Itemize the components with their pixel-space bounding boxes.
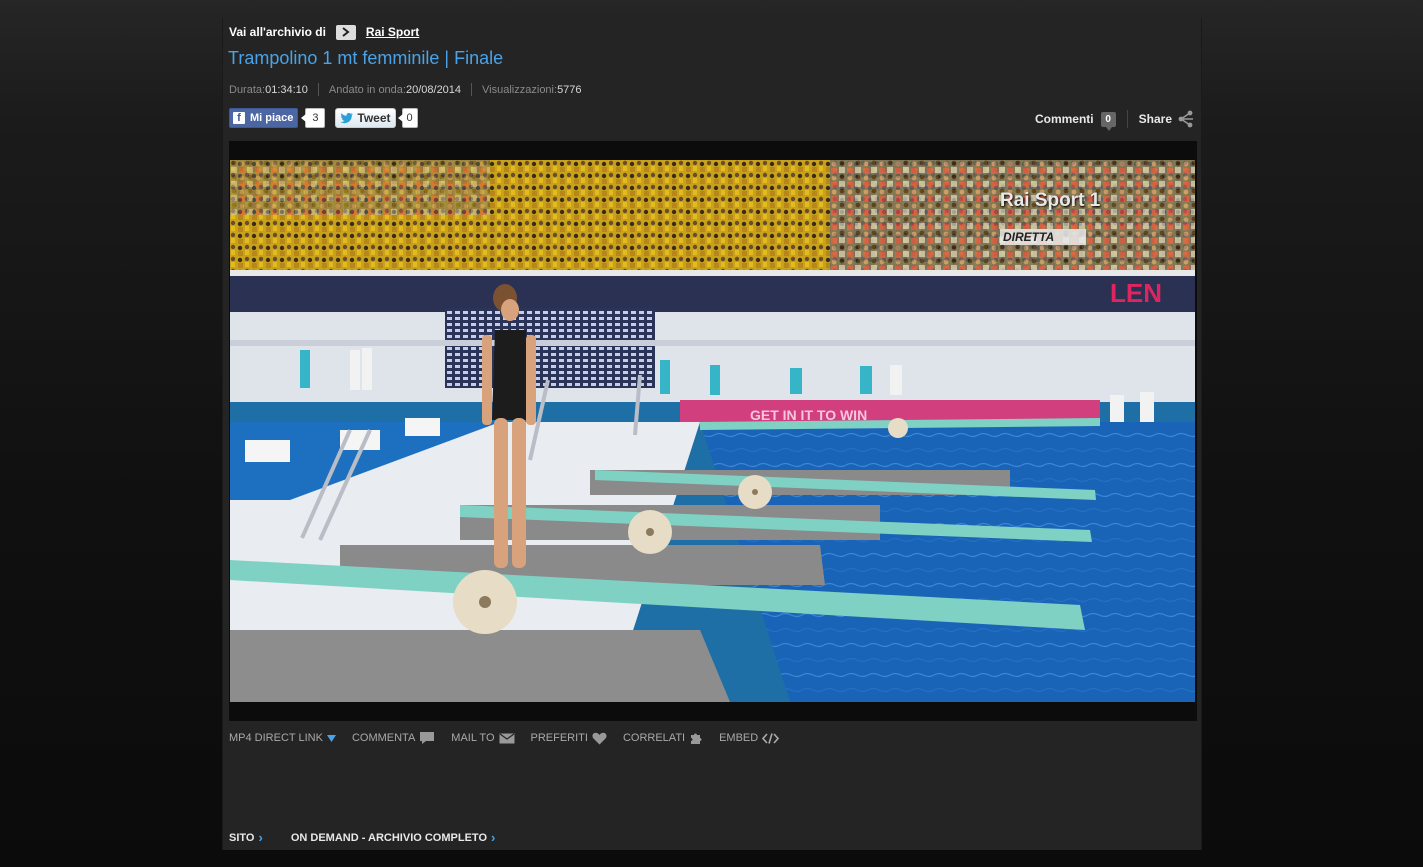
channel-logo: Rai Sport 1 bbox=[1000, 190, 1100, 212]
video-title: Trampolino 1 mt femminile | Finale bbox=[228, 48, 504, 68]
meta-divider bbox=[471, 83, 473, 96]
twitter-bird-icon bbox=[340, 112, 354, 124]
comment-action[interactable]: COMMENTA bbox=[352, 731, 435, 745]
on-demand-label: ON DEMAND - ARCHIVIO COMPLETO bbox=[290, 831, 487, 844]
duration: Durata: 01:34:10 bbox=[229, 84, 308, 96]
share-icon bbox=[1178, 110, 1193, 128]
speech-bubble-icon bbox=[420, 732, 435, 744]
embed-label: EMBED bbox=[719, 732, 759, 744]
duration-value: 01:34:10 bbox=[265, 83, 308, 96]
heart-icon bbox=[592, 732, 607, 744]
favorites-action[interactable]: PREFERITI bbox=[531, 732, 607, 745]
mail-to-action[interactable]: MAIL TO bbox=[451, 732, 514, 744]
archive-chevron-icon[interactable] bbox=[335, 24, 356, 40]
aired-label: Andato in onda: bbox=[328, 83, 406, 96]
aired-value: 20/08/2014 bbox=[405, 83, 462, 96]
views: Visualizzazioni: 5776 bbox=[482, 84, 582, 96]
comments-label: Commenti bbox=[1034, 112, 1094, 126]
comments-count: 0 bbox=[1100, 111, 1116, 131]
related-label: CORRELATI bbox=[622, 732, 686, 744]
site-link[interactable]: SITO › bbox=[229, 830, 263, 845]
video-meta: Durata: 01:34:10 Andato in onda: 20/08/2… bbox=[229, 83, 582, 96]
social-buttons: f Mi piace 3 Tweet 0 bbox=[229, 108, 418, 128]
on-demand-archive-link[interactable]: ON DEMAND - ARCHIVIO COMPLETO › bbox=[291, 830, 496, 845]
channel-logo-rai: Rai bbox=[1000, 190, 1030, 211]
aired: Andato in onda: 20/08/2014 bbox=[329, 84, 461, 96]
embed-action[interactable]: EMBED bbox=[719, 732, 780, 744]
channel-logo-sport: Sport 1 bbox=[1034, 190, 1101, 211]
mail-label: MAIL TO bbox=[451, 732, 495, 744]
svg-text:LEN: LEN bbox=[1110, 278, 1162, 308]
triangle-down-icon bbox=[326, 735, 336, 742]
video-actions: MP4 DIRECT LINK COMMENTA MAIL TO PREFERI… bbox=[229, 731, 795, 745]
site-label: SITO bbox=[229, 831, 255, 844]
tools-divider bbox=[1126, 110, 1128, 128]
duration-label: Durata: bbox=[229, 83, 266, 96]
views-label: Visualizzazioni: bbox=[482, 83, 558, 96]
share-button[interactable]: Share bbox=[1139, 110, 1195, 128]
envelope-icon bbox=[499, 733, 514, 743]
right-tools: Commenti 0 Share bbox=[1034, 110, 1195, 131]
live-badge: DIRETTA bbox=[1000, 229, 1086, 245]
puzzle-icon bbox=[691, 733, 702, 744]
share-label: Share bbox=[1138, 112, 1172, 126]
archive-link[interactable]: Rai Sport bbox=[366, 25, 419, 39]
chevron-right-icon: › bbox=[258, 830, 263, 845]
archive-prefix: Vai all'archivio di bbox=[229, 25, 326, 39]
chevron-right-icon: › bbox=[491, 830, 496, 845]
like-count: 3 bbox=[301, 108, 326, 128]
comment-label: COMMENTA bbox=[351, 732, 416, 744]
video-player[interactable]: LEN GET IN IT TO WIN arena bbox=[229, 141, 1197, 721]
mp4-label: MP4 DIRECT LINK bbox=[229, 732, 323, 744]
tweet-button[interactable]: Tweet bbox=[335, 108, 396, 128]
views-value: 5776 bbox=[557, 83, 582, 96]
tweet-label: Tweet bbox=[357, 111, 391, 125]
favorites-label: PREFERITI bbox=[530, 732, 588, 744]
archive-row: Vai all'archivio di Rai Sport bbox=[229, 24, 419, 40]
facebook-icon: f bbox=[233, 112, 245, 124]
comments-button[interactable]: Commenti 0 bbox=[1034, 111, 1116, 131]
content-panel: Vai all'archivio di Rai Sport Trampolino… bbox=[222, 18, 1202, 850]
meta-divider bbox=[317, 83, 319, 96]
tweet-count: 0 bbox=[397, 108, 418, 128]
related-action[interactable]: CORRELATI bbox=[623, 731, 703, 745]
code-icon bbox=[762, 732, 780, 744]
mp4-direct-link[interactable]: MP4 DIRECT LINK bbox=[229, 732, 336, 744]
video-frame[interactable]: LEN GET IN IT TO WIN arena bbox=[230, 160, 1195, 702]
footer-links: SITO › ON DEMAND - ARCHIVIO COMPLETO › bbox=[229, 830, 523, 845]
facebook-like-button[interactable]: f Mi piace bbox=[229, 108, 299, 128]
like-label: Mi piace bbox=[250, 112, 294, 124]
